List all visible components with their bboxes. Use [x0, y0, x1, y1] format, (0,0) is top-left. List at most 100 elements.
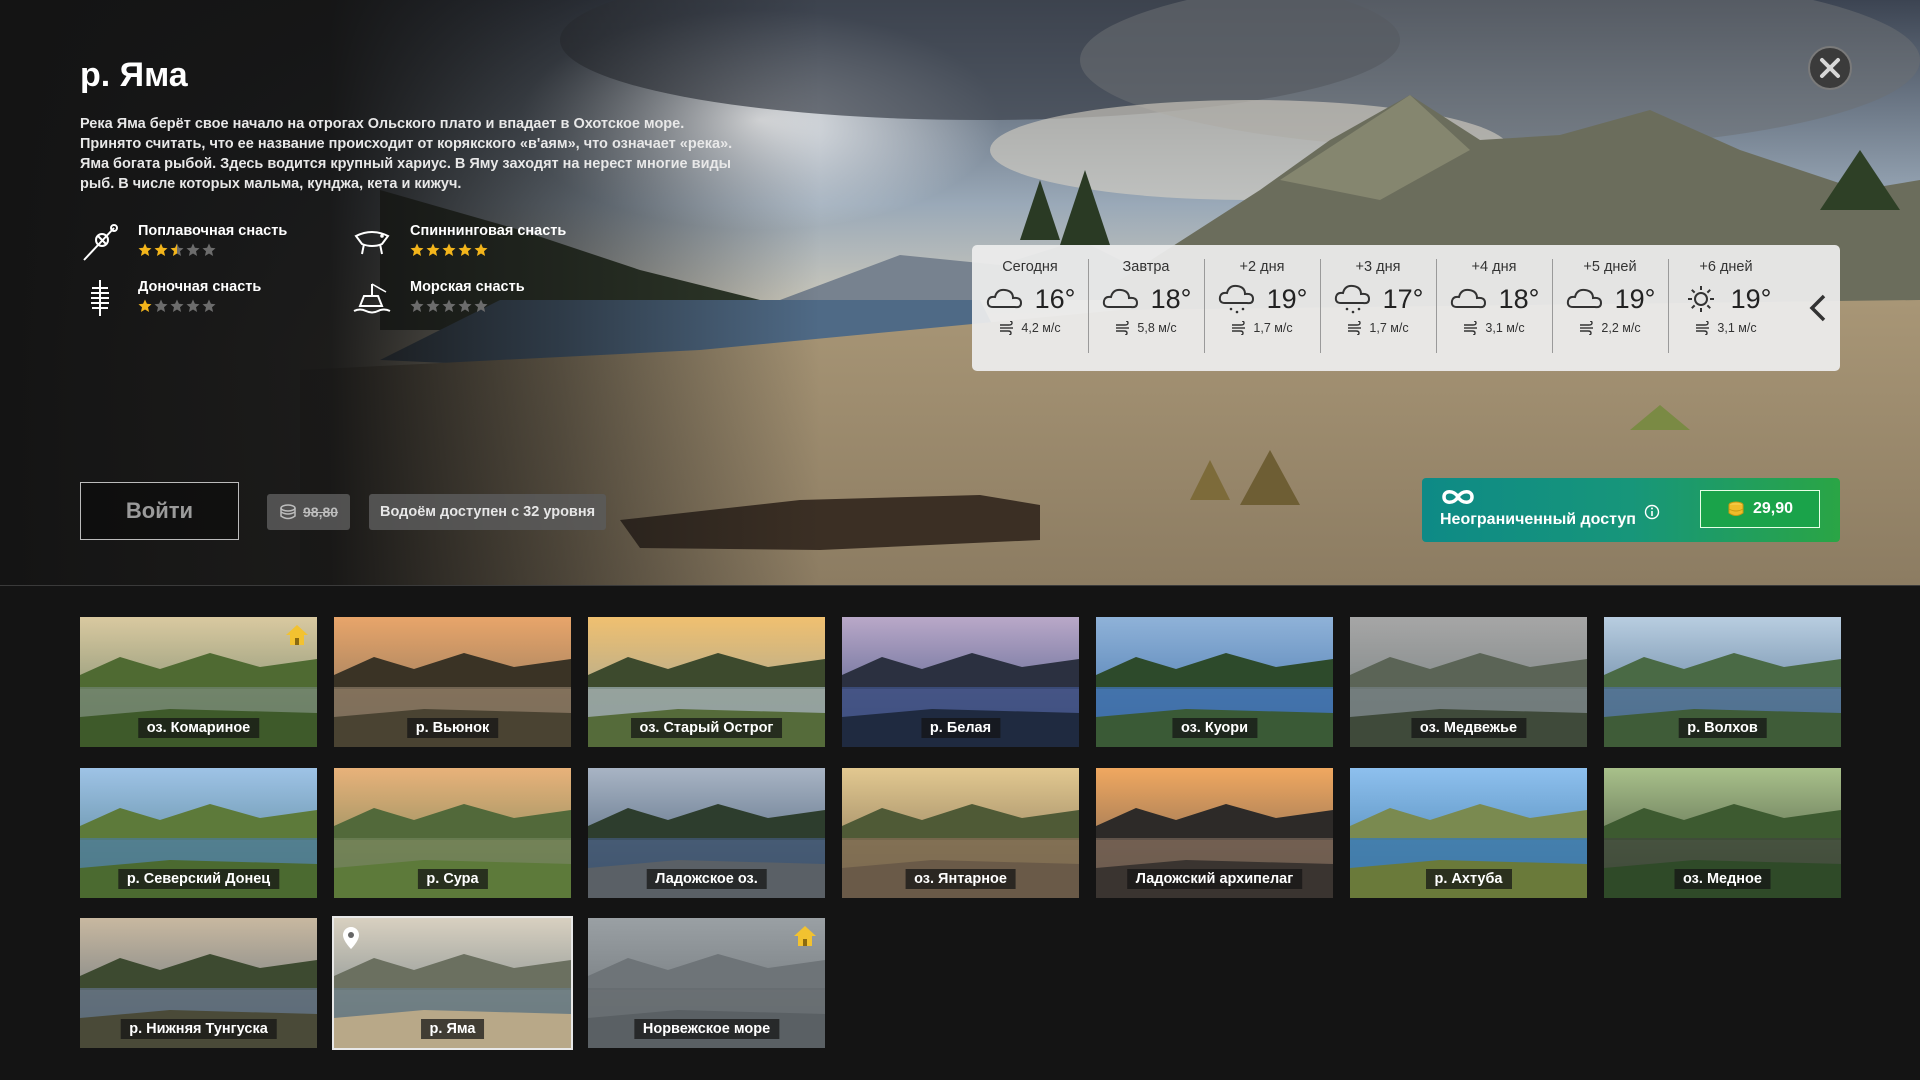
wind-icon — [1464, 321, 1478, 335]
star-icon — [170, 243, 184, 256]
location-tile[interactable]: оз. Медное — [1604, 768, 1841, 898]
spinning-lure-icon — [354, 231, 390, 255]
close-button[interactable] — [1808, 46, 1852, 90]
star-icon — [442, 299, 456, 312]
weather-wind: 2,2 м/с — [1579, 321, 1641, 335]
unlimited-buy-button[interactable]: 29,90 — [1700, 490, 1820, 528]
location-name: р. Северский Донец — [117, 869, 280, 889]
weather-wind: 4,2 м/с — [999, 321, 1061, 335]
location-name: р. Сура — [417, 869, 488, 889]
star-icon — [154, 243, 168, 256]
location-title: р. Яма — [80, 56, 188, 94]
weather-day: +4 дня 18° 3,1 м/с — [1436, 245, 1552, 371]
location-pin-icon — [343, 927, 359, 949]
cloud-icon — [986, 288, 1022, 309]
wind-icon — [1232, 321, 1246, 335]
star-icon — [202, 299, 216, 312]
location-tile[interactable]: Норвежское море — [588, 918, 825, 1048]
location-tile[interactable]: р. Северский Донец — [80, 768, 317, 898]
home-icon — [794, 926, 816, 946]
home-icon — [286, 625, 308, 645]
location-name: р. Ахтуба — [1425, 869, 1512, 889]
location-tile[interactable]: р. Сура — [334, 768, 571, 898]
weather-temperature: 19° — [1730, 283, 1772, 314]
star-icon — [138, 299, 152, 312]
weather-day-label: Завтра — [1122, 259, 1170, 275]
wind-speed: 1,7 м/с — [1369, 321, 1409, 335]
location-tile[interactable]: оз. Старый Острог — [588, 617, 825, 747]
location-description: Река Яма берёт свое начало на отрогах Ол… — [80, 116, 733, 192]
location-tile[interactable]: Ладожское оз. — [588, 768, 825, 898]
star-icon — [426, 299, 440, 312]
location-tile[interactable]: оз. Куори — [1096, 617, 1333, 747]
level-requirement: Водоём доступен с 32 уровня — [369, 494, 607, 530]
unlimited-access-panel[interactable]: Неограниченный доступ 29,90 — [1422, 478, 1840, 542]
weather-day-label: +3 дня — [1355, 259, 1401, 275]
weather-day: +6 дней 19° 3,1 м/с — [1668, 245, 1784, 371]
weather-temperature: 18° — [1498, 283, 1540, 314]
weather-day-label: +4 дня — [1471, 259, 1517, 275]
wind-speed: 5,8 м/с — [1137, 321, 1177, 335]
star-icon — [138, 243, 152, 256]
star-icon — [202, 243, 216, 256]
weather-temperature: 19° — [1614, 283, 1656, 314]
wind-speed: 4,2 м/с — [1021, 321, 1061, 335]
infinity-icon — [1442, 490, 1474, 504]
cloud-icon — [1450, 288, 1486, 309]
location-tile[interactable]: р. Ахтуба — [1350, 768, 1587, 898]
weather-forecast: Сегодня 16° 4,2 м/с Завтра 18° 5,8 м/с +2 дня 1… — [972, 245, 1840, 371]
info-icon[interactable] — [1644, 504, 1660, 520]
location-name: оз. Медное — [1674, 869, 1771, 889]
location-tile[interactable]: р. Нижняя Тунгуска — [80, 918, 317, 1048]
weather-day: Сегодня 16° 4,2 м/с — [972, 245, 1088, 371]
wind-speed: 2,2 м/с — [1601, 321, 1641, 335]
weather-temperature: 16° — [1034, 283, 1076, 314]
weather-day: +3 дня 17° 1,7 м/с — [1320, 245, 1436, 371]
location-name: оз. Янтарное — [905, 869, 1016, 889]
weather-wind: 3,1 м/с — [1463, 321, 1525, 335]
star-icon — [170, 299, 184, 312]
weather-day-main: 19° — [1565, 283, 1656, 315]
float-rod-icon — [83, 224, 118, 261]
weather-wind: 5,8 м/с — [1115, 321, 1177, 335]
cloud-rain-icon — [1334, 284, 1370, 314]
location-price: 98,80 — [267, 494, 351, 530]
cloud-icon — [1566, 288, 1602, 309]
wind-icon — [1696, 321, 1710, 335]
location-name: р. Волхов — [1678, 718, 1767, 738]
location-tile[interactable]: Ладожский архипелаг — [1096, 768, 1333, 898]
wind-icon — [1000, 321, 1014, 335]
gear-rating — [410, 243, 566, 257]
weather-wind: 1,7 м/с — [1231, 321, 1293, 335]
location-tile[interactable]: оз. Комариное — [80, 617, 317, 747]
weather-day-main: 19° — [1217, 283, 1307, 315]
chevron-left-icon[interactable] — [1806, 292, 1830, 324]
location-name: Ладожский архипелаг — [1126, 869, 1303, 889]
close-icon — [1820, 58, 1840, 78]
location-name: р. Белая — [920, 718, 1001, 738]
location-name: Норвежское море — [633, 1019, 780, 1039]
location-name: оз. Старый Острог — [630, 718, 783, 738]
gear-name: Поплавочная снасть — [138, 223, 288, 239]
location-tile[interactable]: р. Яма — [332, 916, 573, 1050]
location-tile[interactable]: оз. Янтарное — [842, 768, 1079, 898]
feeder-icon — [91, 280, 109, 316]
weather-wind: 1,7 м/с — [1347, 321, 1409, 335]
star-icon — [474, 299, 488, 312]
location-tile[interactable]: оз. Медвежье — [1350, 617, 1587, 747]
location-tile[interactable]: р. Вьюнок — [334, 617, 571, 747]
enter-button[interactable]: Войти — [80, 482, 239, 540]
coins-icon — [280, 504, 296, 520]
location-name: р. Вьюнок — [406, 718, 499, 738]
star-icon — [186, 243, 200, 256]
weather-temperature: 18° — [1150, 283, 1192, 314]
hero-divider — [0, 585, 1920, 586]
location-tile[interactable]: р. Волхов — [1604, 617, 1841, 747]
unlimited-price: 29,90 — [1752, 500, 1794, 517]
location-name: оз. Медвежье — [1410, 718, 1527, 738]
gear-spinning: Спиннинговая снасть — [352, 222, 566, 262]
gear-rating — [410, 299, 525, 313]
cloud-icon — [1102, 288, 1138, 309]
location-tile[interactable]: р. Белая — [842, 617, 1079, 747]
wind-icon — [1116, 321, 1130, 335]
